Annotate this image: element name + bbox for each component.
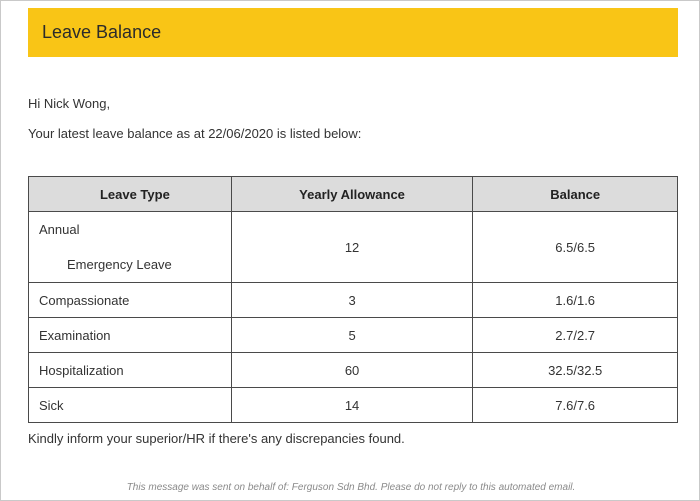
leave-type-label: Annual	[39, 222, 80, 237]
balance-cell: 32.5/32.5	[472, 352, 678, 388]
leave-type-cell: Annual Emergency Leave	[28, 211, 232, 283]
leave-type-cell: Compassionate	[28, 282, 232, 318]
allowance-cell: 60	[230, 352, 474, 388]
closing-text: Kindly inform your superior/HR if there'…	[28, 431, 405, 446]
leave-subtype-label: Emergency Leave	[67, 257, 172, 272]
page-title: Leave Balance	[42, 22, 162, 42]
allowance-cell: 3	[230, 282, 474, 318]
footer-disclaimer: This message was sent on behalf of: Ferg…	[126, 482, 576, 493]
column-header-yearly-allowance: Yearly Allowance	[230, 176, 474, 212]
allowance-cell: 5	[230, 317, 474, 353]
table-row: Compassionate 3 1.6/1.6	[28, 282, 678, 318]
greeting-text: Hi Nick Wong,	[28, 96, 111, 111]
allowance-value: 12	[344, 239, 360, 255]
leave-type-cell: Sick	[28, 387, 232, 423]
intro-text: Your latest leave balance as at 22/06/20…	[28, 126, 362, 141]
balance-cell: 2.7/2.7	[472, 317, 678, 353]
leave-type-cell: Hospitalization	[28, 352, 232, 388]
table-row: Examination 5 2.7/2.7	[28, 317, 678, 353]
column-header-leave-type: Leave Type	[28, 176, 232, 212]
allowance-cell: 12	[230, 211, 474, 283]
column-header-balance: Balance	[472, 176, 678, 212]
table-row: Sick 14 7.6/7.6	[28, 387, 678, 423]
balance-cell: 1.6/1.6	[472, 282, 678, 318]
table-row: Annual Emergency Leave 12 6.5/6.5	[28, 211, 678, 283]
table-header-row: Leave Type Yearly Allowance Balance	[28, 176, 678, 212]
header-banner: Leave Balance	[28, 8, 678, 57]
leave-balance-table: Leave Type Yearly Allowance Balance Annu…	[28, 176, 678, 423]
email-body: Leave Balance Hi Nick Wong, Your latest …	[0, 0, 700, 501]
balance-cell: 7.6/7.6	[472, 387, 678, 423]
leave-type-cell: Examination	[28, 317, 232, 353]
table-row: Hospitalization 60 32.5/32.5	[28, 352, 678, 388]
balance-value: 6.5/6.5	[555, 239, 596, 255]
allowance-cell: 14	[230, 387, 474, 423]
balance-cell: 6.5/6.5	[472, 211, 678, 283]
